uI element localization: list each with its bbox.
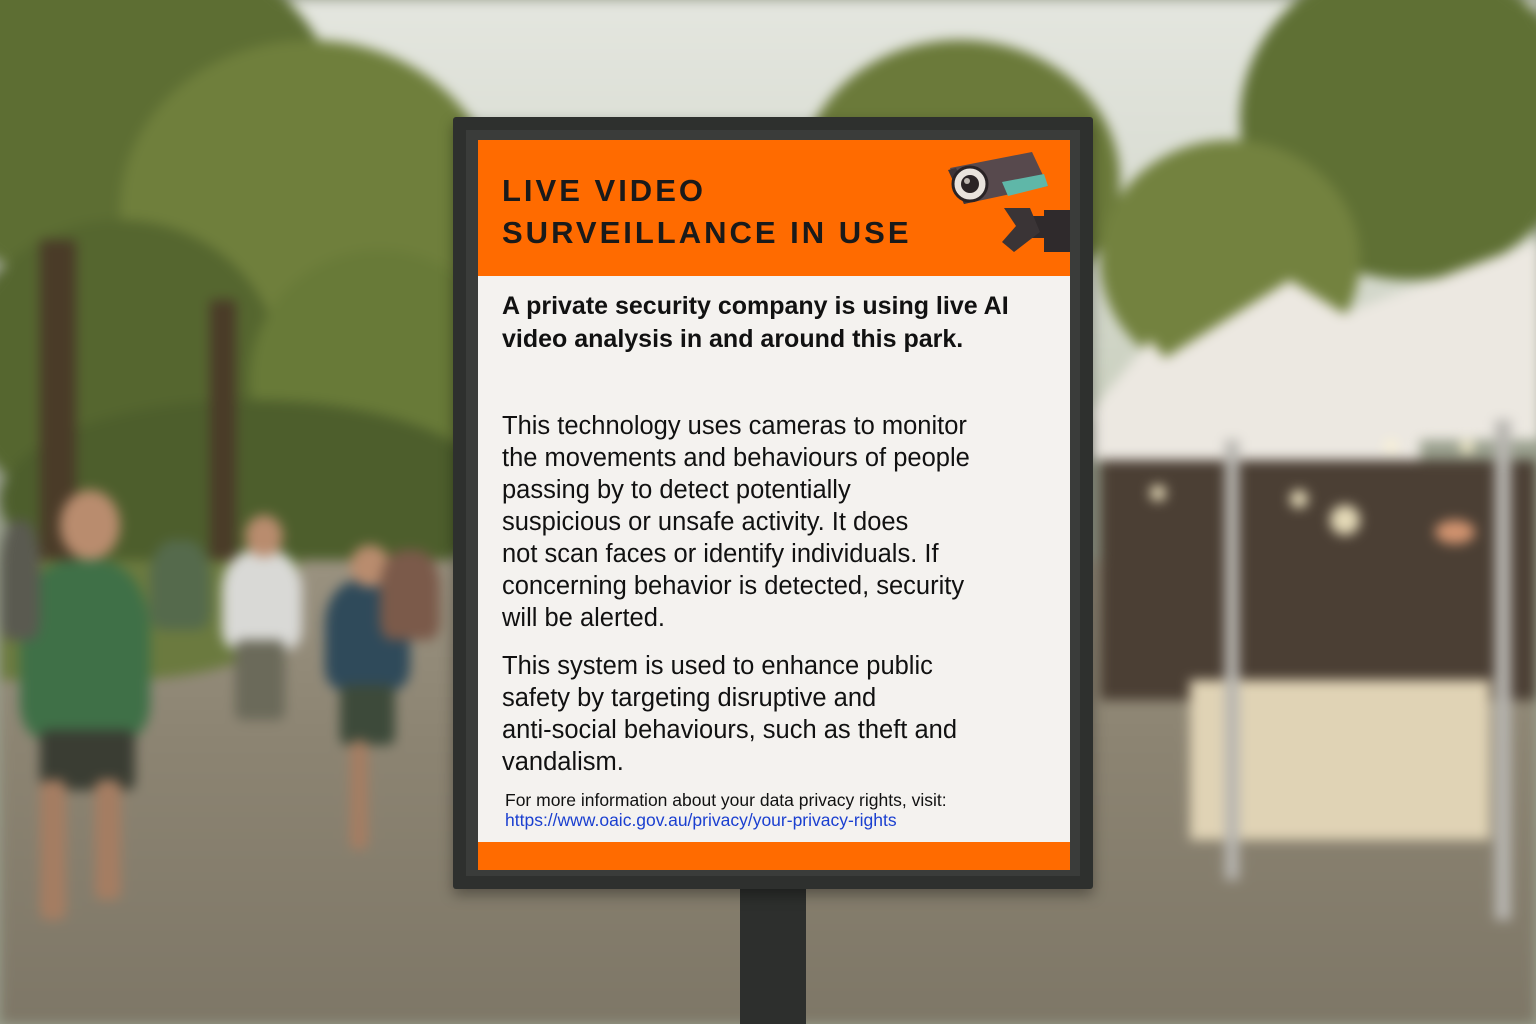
- string-light: [1330, 505, 1360, 535]
- paragraph-line: suspicious or unsafe activity. It does: [502, 508, 909, 536]
- paragraph-line: not scan faces or identify individuals. …: [502, 540, 939, 568]
- surveillance-sign: LIVE VIDEO SURVEILLANCE IN USE A private…: [478, 140, 1070, 870]
- sign-lead-statement: A private security company is using live…: [502, 292, 1009, 353]
- paragraph-line: concerning behavior is detected, securit…: [502, 572, 965, 600]
- sign-title-line-1: LIVE VIDEO: [502, 173, 706, 208]
- person: [0, 520, 40, 640]
- sign-footer-band: [478, 842, 1070, 870]
- person-head: [60, 490, 120, 560]
- privacy-info-text: For more information about your data pri…: [505, 790, 947, 810]
- paragraph-line: anti-social behaviours, such as theft an…: [502, 716, 958, 744]
- paragraph-line: will be alerted.: [502, 604, 665, 632]
- cctv-camera-icon: [948, 152, 1070, 252]
- person-head: [245, 515, 283, 557]
- paragraph-line: vandalism.: [502, 748, 624, 776]
- string-light: [1435, 520, 1475, 544]
- person: [150, 540, 210, 630]
- person-leg: [95, 780, 121, 900]
- string-light: [1290, 490, 1308, 508]
- string-light: [1385, 440, 1397, 452]
- privacy-rights-link[interactable]: https://www.oaic.gov.au/privacy/your-pri…: [505, 810, 897, 830]
- string-light: [1150, 485, 1166, 501]
- sign-post: [740, 884, 806, 1024]
- person-legs: [340, 685, 395, 745]
- person-legs: [235, 640, 285, 720]
- paragraph-line: safety by targeting disruptive and: [502, 684, 877, 712]
- person-leg: [40, 780, 66, 920]
- person: [222, 550, 302, 650]
- sign-paragraph-technology: This technology uses cameras to monitor …: [502, 410, 1062, 634]
- person: [380, 550, 440, 640]
- paragraph-line: passing by to detect potentially: [502, 476, 851, 504]
- string-light: [1460, 440, 1474, 454]
- tent-pole: [1495, 420, 1511, 920]
- paragraph-line: the movements and behaviours of people: [502, 444, 970, 472]
- sign-header: LIVE VIDEO SURVEILLANCE IN USE: [478, 140, 1070, 276]
- sign-title-line-2: SURVEILLANCE IN USE: [502, 215, 912, 250]
- person-leg: [350, 740, 368, 850]
- sign-paragraph-purpose: This system is used to enhance public sa…: [502, 650, 1062, 778]
- tent-pole: [1225, 440, 1239, 880]
- paragraph-line: This system is used to enhance public: [502, 652, 933, 680]
- paragraph-line: This technology uses cameras to monitor: [502, 412, 967, 440]
